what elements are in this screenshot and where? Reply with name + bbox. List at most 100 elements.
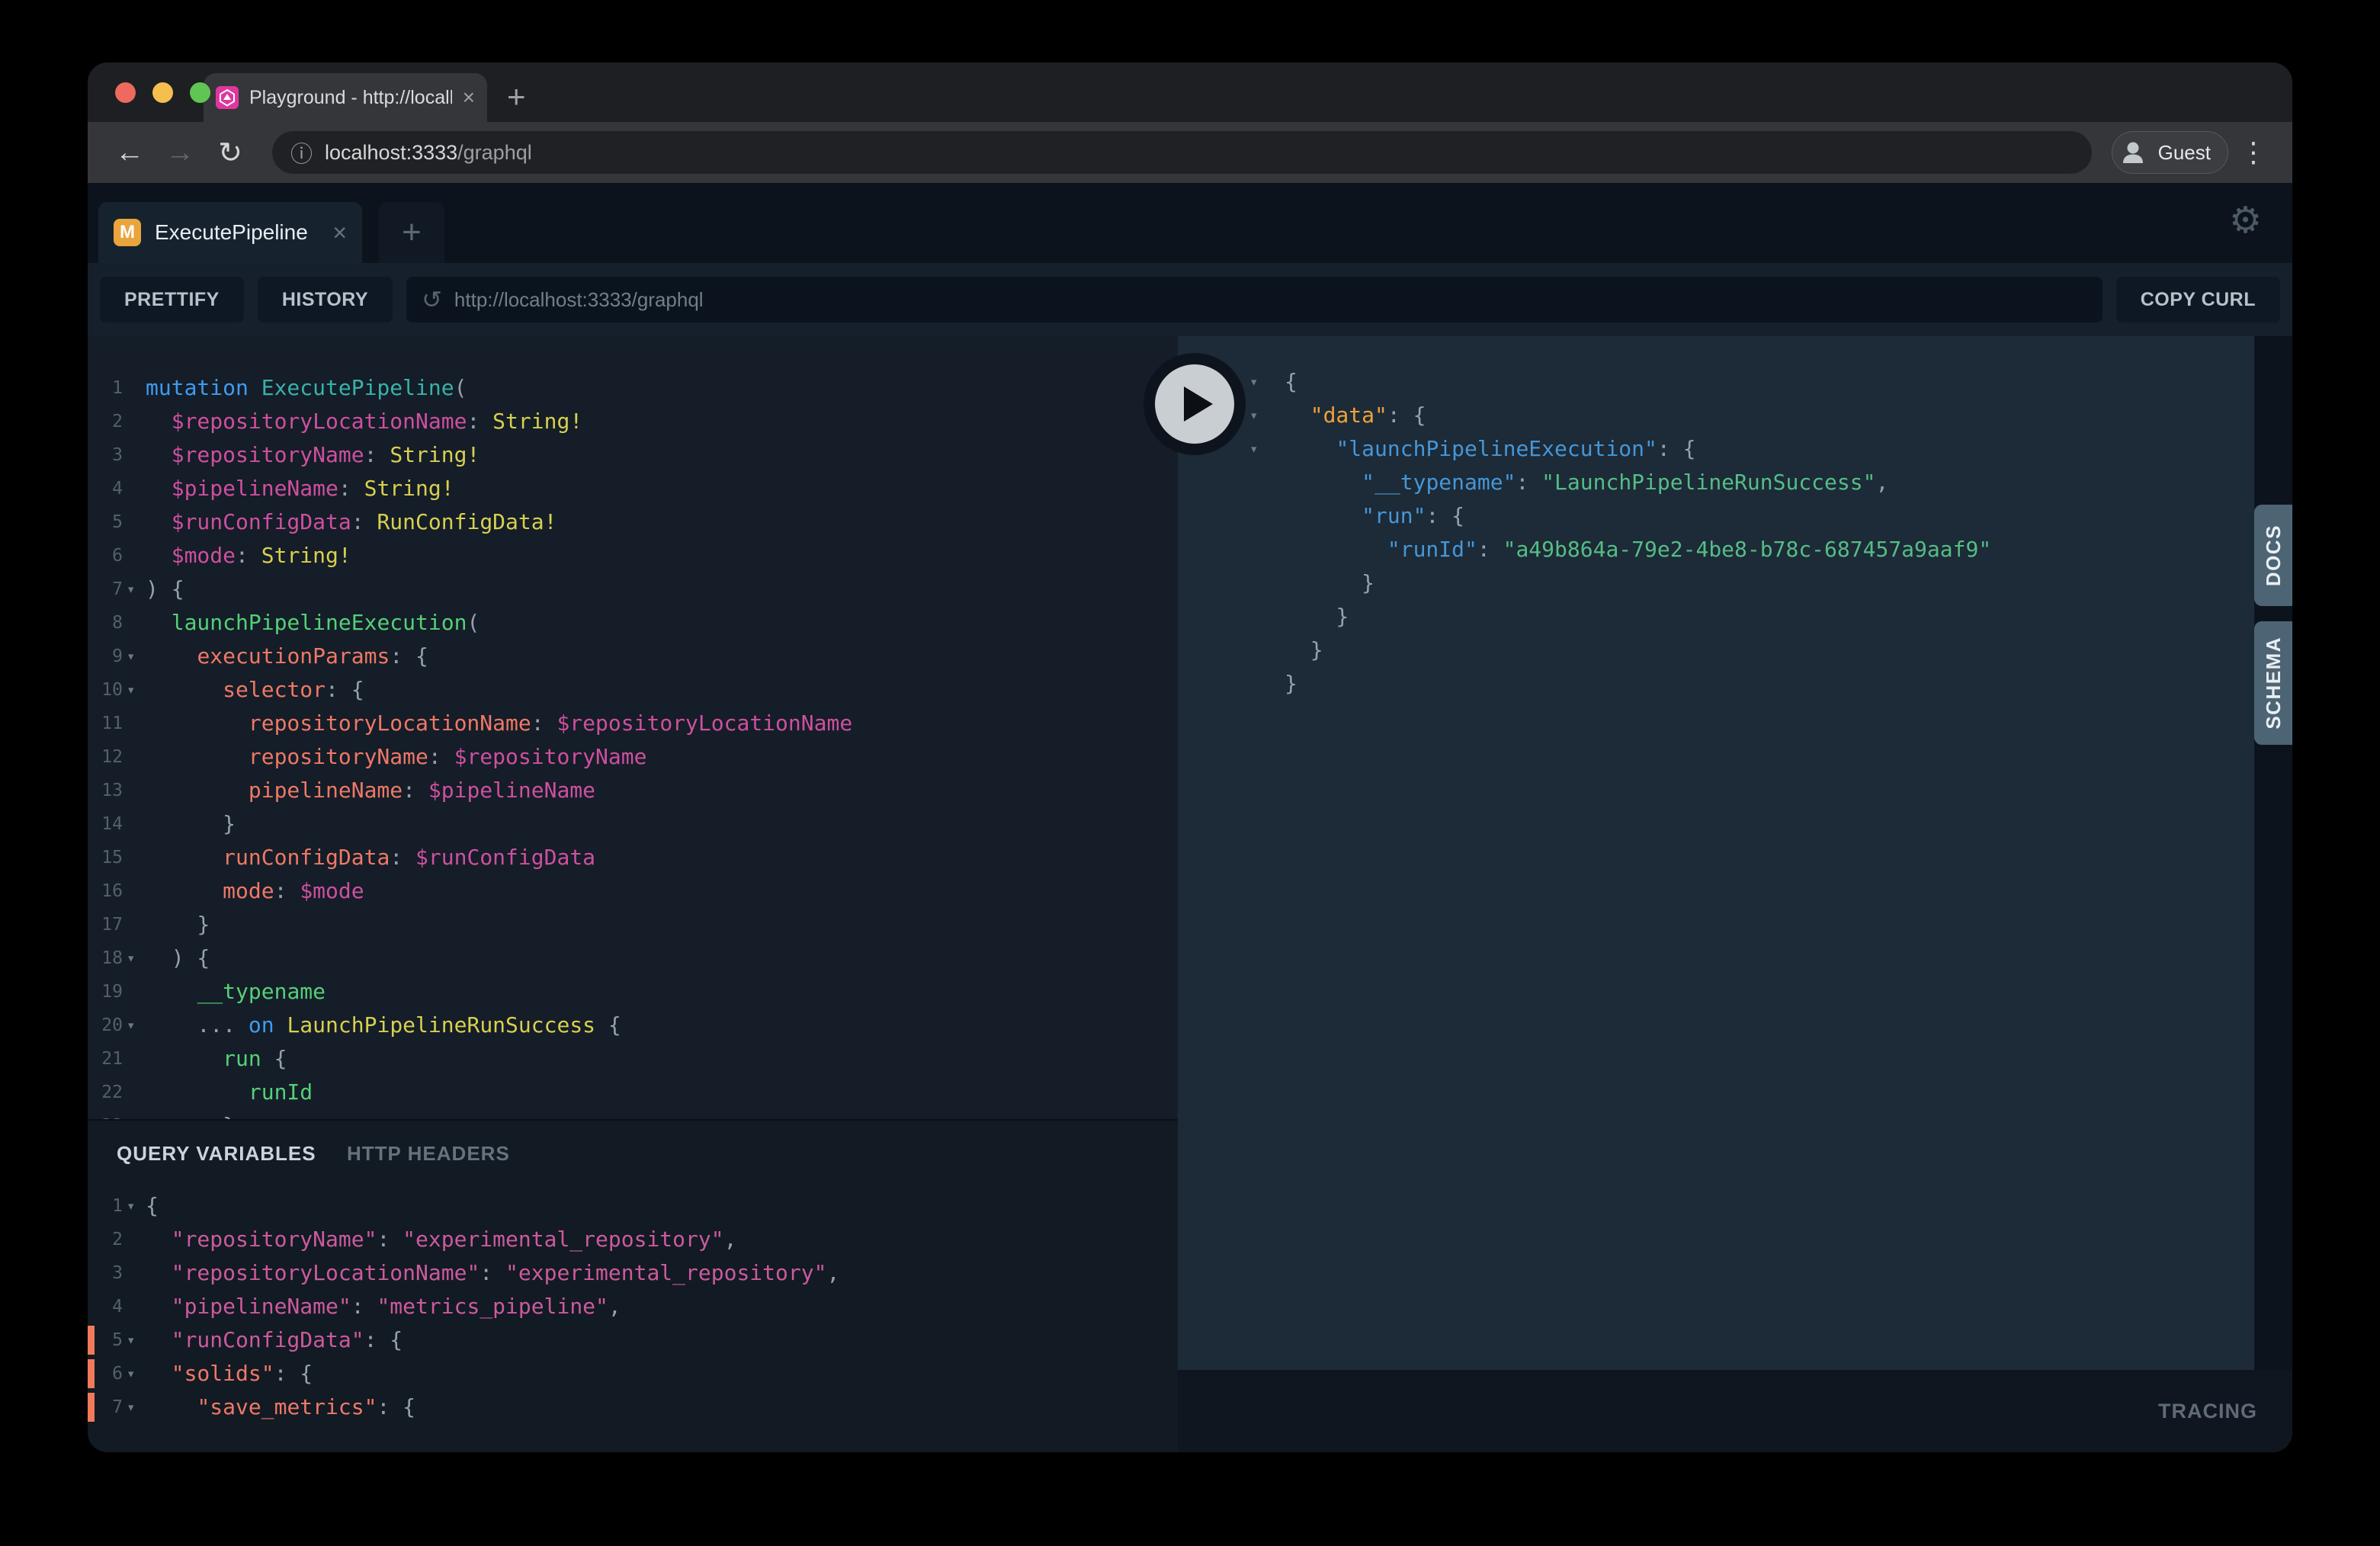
- token: [1285, 399, 1310, 432]
- token: runConfigData: [223, 841, 390, 874]
- tab-query-variables[interactable]: QUERY VARIABLES: [117, 1142, 316, 1165]
- back-icon[interactable]: ←: [107, 136, 152, 169]
- prettify-button[interactable]: PRETTIFY: [100, 277, 244, 322]
- fold-arrow-icon[interactable]: ▾: [123, 1390, 146, 1424]
- token: $mode: [300, 874, 364, 908]
- settings-gear-icon[interactable]: ⚙: [2229, 203, 2262, 239]
- response-viewer[interactable]: ▾{▾ "data": {▾ "launchPipelineExecution"…: [1178, 336, 2254, 1370]
- minimize-window-button[interactable]: [152, 82, 173, 103]
- browser-tab[interactable]: Playground - http://localhost:3 ×: [204, 73, 487, 122]
- address-bar[interactable]: ⓘ localhost:3333/graphql: [272, 131, 2092, 174]
- copy-curl-button[interactable]: COPY CURL: [2116, 277, 2280, 322]
- token: [146, 707, 249, 740]
- line-number: 2: [88, 405, 123, 438]
- token: "experimental_repository": [505, 1256, 826, 1290]
- forward-icon[interactable]: →: [158, 136, 202, 169]
- code-line: "runId": "a49b864a-79e2-4be8-b78c-687457…: [1178, 533, 2254, 566]
- token: :: [480, 1256, 505, 1290]
- code-line: "run": {: [1178, 499, 2254, 533]
- token: [146, 807, 223, 841]
- window-controls[interactable]: [115, 82, 210, 103]
- token: [146, 1323, 172, 1357]
- token: $repositoryLocationName: [172, 405, 467, 438]
- right-pane: ▾{▾ "data": {▾ "launchPipelineExecution"…: [1178, 336, 2292, 1452]
- token: ,: [826, 1256, 839, 1290]
- token: }: [1336, 600, 1349, 633]
- token: :: [364, 438, 390, 472]
- code-line: 23 }: [88, 1109, 1178, 1119]
- token: "pipelineName": [172, 1290, 351, 1323]
- line-number: 4: [88, 1290, 123, 1323]
- variables-editor[interactable]: 1▾{2 "repositoryName": "experimental_rep…: [88, 1177, 1178, 1424]
- token: ,: [1875, 466, 1888, 499]
- fold-arrow-icon[interactable]: ▾: [123, 941, 146, 975]
- token: [1285, 499, 1362, 533]
- token: "metrics_pipeline": [377, 1290, 608, 1323]
- token: : {: [1657, 432, 1696, 466]
- playground-topbar: PRETTIFY HISTORY ↺ http://localhost:3333…: [88, 263, 2292, 336]
- token: selector: [223, 673, 326, 707]
- token: :: [531, 707, 557, 740]
- fold-arrow-icon[interactable]: ▾: [123, 1009, 146, 1042]
- site-info-icon[interactable]: ⓘ: [290, 136, 313, 168]
- token: [1285, 466, 1362, 499]
- new-tab-button[interactable]: +: [507, 81, 526, 113]
- token: $runConfigData: [172, 505, 351, 539]
- line-number: 18: [88, 941, 123, 975]
- schema-label: SCHEMA: [2262, 637, 2285, 730]
- close-window-button[interactable]: [115, 82, 136, 103]
- maximize-window-button[interactable]: [190, 82, 210, 103]
- tab-docs[interactable]: DOCS: [2254, 505, 2292, 606]
- token: [146, 841, 223, 874]
- tab-http-headers[interactable]: HTTP HEADERS: [347, 1142, 510, 1165]
- new-session-tab-button[interactable]: +: [379, 202, 444, 263]
- line-number: 1: [88, 371, 123, 405]
- profile-button[interactable]: Guest: [2112, 131, 2228, 174]
- line-number: 11: [88, 707, 123, 740]
- endpoint-input[interactable]: ↺ http://localhost:3333/graphql: [406, 277, 2103, 322]
- token: [146, 438, 172, 472]
- fold-arrow-icon[interactable]: ▾: [123, 1189, 146, 1223]
- code-line: 2 "repositoryName": "experimental_reposi…: [88, 1223, 1178, 1256]
- token: "launchPipelineExecution": [1336, 432, 1657, 466]
- token: executionParams: [197, 640, 390, 673]
- query-editor[interactable]: 1mutation ExecutePipeline(2 $repositoryL…: [88, 336, 1178, 1119]
- token: ExecutePipeline: [261, 371, 454, 405]
- execute-play-button[interactable]: [1143, 353, 1246, 455]
- side-tabs-strip: DOCS SCHEMA: [2254, 336, 2292, 1370]
- code-line: 20▾ ... on LaunchPipelineRunSuccess {: [88, 1009, 1178, 1042]
- line-number: 2: [88, 1223, 123, 1256]
- tab-schema[interactable]: SCHEMA: [2254, 621, 2292, 745]
- token: "LaunchPipelineRunSuccess": [1541, 466, 1875, 499]
- token: [146, 1009, 197, 1042]
- token: }: [223, 807, 236, 841]
- browser-menu-icon[interactable]: ⋮: [2234, 136, 2273, 168]
- token: ) {: [146, 573, 184, 606]
- token: $repositoryName: [172, 438, 364, 472]
- line-number: 23: [88, 1109, 123, 1119]
- token: $runConfigData: [415, 841, 595, 874]
- line-number: 9: [88, 640, 123, 673]
- session-tab-executepipeline[interactable]: M ExecutePipeline ×: [98, 202, 362, 263]
- close-session-icon[interactable]: ×: [332, 220, 347, 245]
- lint-marker: [88, 1359, 95, 1388]
- fold-arrow-icon[interactable]: ▾: [123, 1323, 146, 1357]
- code-line: 9▾ executionParams: {: [88, 640, 1178, 673]
- fold-arrow-icon[interactable]: ▾: [123, 1357, 146, 1390]
- close-tab-icon[interactable]: ×: [463, 87, 475, 108]
- token: (: [454, 371, 467, 405]
- reload-icon[interactable]: ↻: [208, 136, 252, 170]
- token: :: [351, 505, 377, 539]
- tracing-bar[interactable]: TRACING: [1178, 1370, 2292, 1452]
- fold-arrow-icon[interactable]: ▾: [123, 673, 146, 707]
- history-button[interactable]: HISTORY: [258, 277, 393, 322]
- session-tab-row: M ExecutePipeline × + ⚙: [88, 183, 2292, 263]
- endpoint-reload-icon[interactable]: ↺: [422, 285, 442, 314]
- token: :: [377, 1223, 403, 1256]
- browser-tabstrip: Playground - http://localhost:3 × +: [88, 63, 2292, 122]
- line-number: 4: [88, 472, 123, 505]
- fold-arrow-icon[interactable]: ▾: [123, 640, 146, 673]
- token: $pipelineName: [172, 472, 338, 505]
- browser-tab-title: Playground - http://localhost:3: [249, 87, 452, 109]
- fold-arrow-icon[interactable]: ▾: [123, 573, 146, 606]
